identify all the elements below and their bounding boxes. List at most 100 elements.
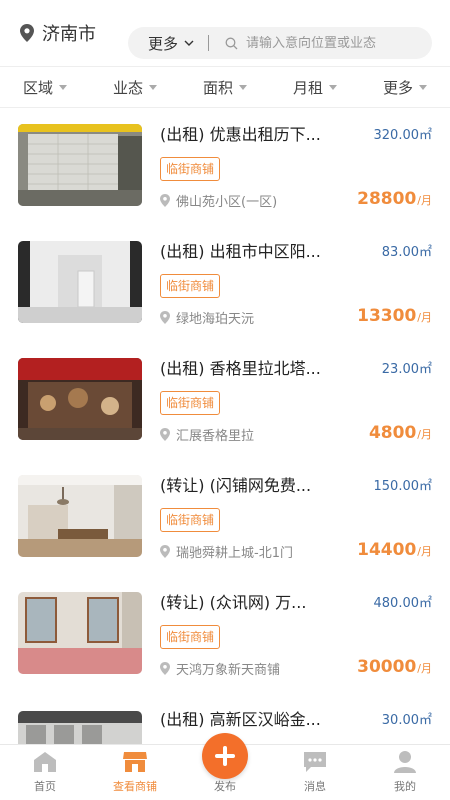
listing-area: 320.00㎡ bbox=[373, 128, 433, 143]
price-value: 30000 bbox=[357, 657, 417, 677]
listing-price: 13300 /月 bbox=[357, 306, 432, 326]
listing-photo bbox=[18, 475, 142, 557]
listing-area: 30.00㎡ bbox=[381, 713, 432, 728]
filter-label: 更多 bbox=[382, 78, 413, 97]
nav-profile[interactable]: 我的 bbox=[360, 745, 450, 800]
listing-address-row: 天鸿万象新天商铺 bbox=[160, 659, 280, 678]
nav-label: 消息 bbox=[304, 780, 326, 793]
listing-area: 83.00㎡ bbox=[381, 245, 432, 260]
price-unit: /月 bbox=[417, 194, 432, 207]
listing-tag: 临街商铺 bbox=[160, 625, 221, 649]
listing-tag: 临街商铺 bbox=[160, 274, 221, 298]
more-dropdown[interactable]: 更多 bbox=[148, 33, 194, 54]
search-input[interactable] bbox=[246, 35, 417, 51]
listing-photo bbox=[18, 124, 142, 206]
listing-price: 28800 /月 bbox=[357, 189, 432, 209]
filter-business-type[interactable]: 业态 bbox=[90, 67, 180, 107]
listing-address-row: 汇展香格里拉 bbox=[160, 425, 254, 444]
listing-item[interactable]: (转让) (闪铺网免费... 150.00㎡ 临街商铺 瑞驰舜耕上城-北1门 1… bbox=[0, 459, 450, 576]
price-unit: /月 bbox=[417, 662, 432, 675]
listing-photo bbox=[18, 711, 142, 744]
publish-button[interactable] bbox=[202, 733, 248, 779]
shop-icon bbox=[123, 752, 147, 772]
listing-price: 14400 /月 bbox=[357, 540, 432, 560]
listing-address: 绿地海珀天沅 bbox=[176, 312, 255, 327]
filter-label: 月租 bbox=[292, 78, 323, 97]
listing-address-row: 绿地海珀天沅 bbox=[160, 308, 254, 327]
nav-view-shops[interactable]: 查看商铺 bbox=[90, 745, 180, 800]
nav-home[interactable]: 首页 bbox=[0, 745, 90, 800]
price-value: 13300 bbox=[357, 306, 417, 326]
price-value: 4800 bbox=[368, 423, 417, 443]
listing-tag: 临街商铺 bbox=[160, 391, 221, 415]
filter-size[interactable]: 面积 bbox=[180, 67, 270, 107]
listing-item[interactable]: (出租) 出租市中区阳... 83.00㎡ 临街商铺 绿地海珀天沅 13300 … bbox=[0, 225, 450, 342]
filter-more[interactable]: 更多 bbox=[360, 67, 450, 107]
listing-address-row: 瑞驰舜耕上城-北1门 bbox=[160, 542, 293, 561]
location-pin-icon bbox=[160, 662, 170, 675]
nav-label: 首页 bbox=[34, 780, 56, 793]
filter-label: 区域 bbox=[22, 78, 53, 97]
listing-address-row: 佛山苑小区(一区) bbox=[160, 191, 277, 210]
listing-tag: 临街商铺 bbox=[160, 157, 221, 181]
listing-address: 天鸿万象新天商铺 bbox=[176, 663, 281, 678]
listing-title: (出租) 出租市中区阳... bbox=[160, 242, 321, 261]
filter-label: 业态 bbox=[112, 78, 143, 97]
divider bbox=[208, 35, 210, 51]
price-value: 28800 bbox=[357, 189, 417, 209]
listing-title: (出租) 高新区汉峪金... bbox=[160, 710, 321, 729]
listing-address: 佛山苑小区(一区) bbox=[176, 195, 278, 210]
dropdown-triangle-icon bbox=[419, 84, 427, 90]
listing-address: 汇展香格里拉 bbox=[176, 429, 255, 444]
dropdown-triangle-icon bbox=[59, 84, 67, 90]
listing-item[interactable]: (出租) 香格里拉北塔... 23.00㎡ 临街商铺 汇展香格里拉 4800 /… bbox=[0, 342, 450, 459]
filter-label: 面积 bbox=[202, 78, 233, 97]
plus-icon bbox=[215, 746, 235, 766]
message-icon bbox=[304, 752, 326, 772]
home-icon bbox=[34, 752, 56, 772]
listing-title: (转让) (闪铺网免费... bbox=[160, 476, 312, 495]
listing-address: 瑞驰舜耕上城-北1门 bbox=[176, 546, 293, 561]
city-name: 济南市 bbox=[42, 24, 96, 45]
price-unit: /月 bbox=[417, 428, 432, 441]
profile-icon bbox=[394, 751, 416, 773]
listing-area: 23.00㎡ bbox=[381, 362, 432, 377]
listing-area: 150.00㎡ bbox=[373, 479, 433, 494]
dropdown-triangle-icon bbox=[329, 84, 337, 90]
dropdown-triangle-icon bbox=[149, 84, 157, 90]
location-pin-icon bbox=[160, 194, 170, 207]
price-value: 14400 bbox=[357, 540, 417, 560]
filter-monthly-rent[interactable]: 月租 bbox=[270, 67, 360, 107]
dropdown-triangle-icon bbox=[239, 84, 247, 90]
listing-item[interactable]: (出租) 优惠出租历下... 320.00㎡ 临街商铺 佛山苑小区(一区) 28… bbox=[0, 108, 450, 225]
price-unit: /月 bbox=[417, 545, 432, 558]
location-pin-icon bbox=[20, 24, 34, 42]
location-pin-icon bbox=[160, 428, 170, 441]
filter-bar: 区域 业态 面积 月租 更多 bbox=[0, 66, 450, 108]
price-unit: /月 bbox=[417, 311, 432, 324]
listing-item[interactable]: (转让) (众讯网) 万... 480.00㎡ 临街商铺 天鸿万象新天商铺 30… bbox=[0, 576, 450, 693]
listing-price: 30000 /月 bbox=[357, 657, 432, 677]
listing-title: (转让) (众讯网) 万... bbox=[160, 593, 307, 612]
listing-photo bbox=[18, 241, 142, 323]
listing-title: (出租) 香格里拉北塔... bbox=[160, 359, 321, 378]
listing-tag: 临街商铺 bbox=[160, 508, 221, 532]
location-pin-icon bbox=[160, 311, 170, 324]
listing-price: 4800 /月 bbox=[369, 423, 432, 443]
listing-photo bbox=[18, 358, 142, 440]
location-pin-icon bbox=[160, 545, 170, 558]
listing-area: 480.00㎡ bbox=[373, 596, 433, 611]
listing-photo bbox=[18, 592, 142, 674]
nav-label: 我的 bbox=[394, 780, 416, 793]
nav-publish[interactable]: 发布 bbox=[180, 733, 270, 800]
search-bar: 更多 bbox=[128, 27, 432, 59]
nav-label: 查看商铺 bbox=[113, 780, 157, 793]
filter-region[interactable]: 区域 bbox=[0, 67, 90, 107]
chevron-down-icon bbox=[184, 40, 194, 46]
city-selector[interactable]: 济南市 bbox=[20, 20, 120, 46]
nav-messages[interactable]: 消息 bbox=[270, 745, 360, 800]
bottom-nav: 首页 查看商铺 发布 消息 我的 bbox=[0, 733, 450, 800]
listing-list[interactable]: (出租) 优惠出租历下... 320.00㎡ 临街商铺 佛山苑小区(一区) 28… bbox=[0, 108, 450, 744]
top-header: 济南市 更多 bbox=[0, 0, 450, 66]
more-label: 更多 bbox=[148, 34, 179, 53]
